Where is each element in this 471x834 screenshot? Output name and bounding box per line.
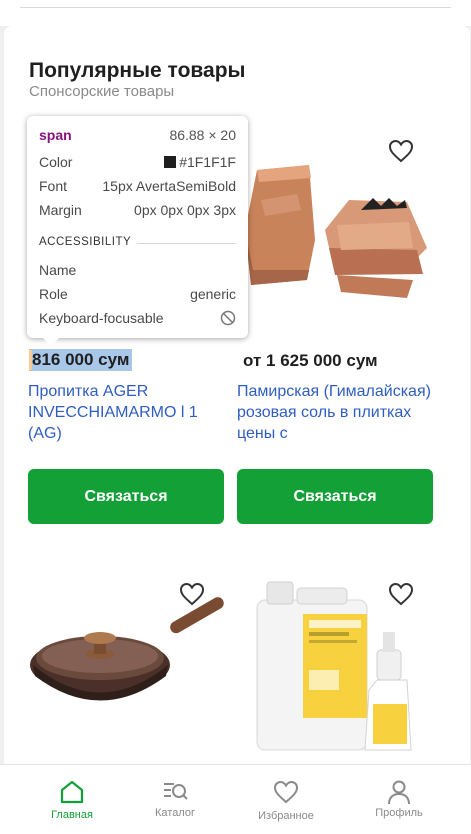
tooltip-value: 15px AvertaSemiBold [102, 178, 236, 194]
divider [20, 7, 451, 8]
bottom-navigation: Главная Каталог Избранное Профиль [0, 764, 471, 834]
tooltip-value: 0px 0px 0px 3px [134, 202, 236, 218]
product-image[interactable] [28, 570, 224, 760]
contact-button[interactable]: Связаться [237, 469, 433, 524]
product-name-link[interactable]: Пропитка AGER INVECCHIAMARMO l 1 (AG) [28, 381, 228, 444]
color-swatch [164, 156, 177, 168]
tooltip-row-keyboard: Keyboard-focusable [39, 310, 236, 326]
nav-item-home[interactable]: Главная [17, 765, 127, 834]
favorite-heart-icon[interactable] [178, 581, 206, 607]
blocked-icon [220, 310, 236, 326]
tooltip-label: Keyboard-focusable [39, 310, 164, 326]
tooltip-value: #1F1F1F [164, 154, 236, 170]
tooltip-row-name: Name [39, 262, 236, 278]
nav-label-profile: Профиль [375, 807, 423, 819]
product-name-link[interactable]: Памирская (Гималайская) розовая соль в п… [237, 381, 437, 444]
favorite-heart-icon[interactable] [387, 138, 415, 164]
tooltip-label: Margin [39, 202, 82, 218]
product-price: 816 000 сум [29, 349, 133, 371]
tooltip-row-color: Color #1F1F1F [39, 154, 236, 170]
product-card[interactable] [28, 570, 224, 760]
product-price: от 1 625 000 сум [243, 351, 378, 370]
nav-label-home: Главная [51, 809, 93, 821]
tooltip-accessibility-header: ACCESSIBILITY [39, 236, 132, 248]
favorite-heart-icon[interactable] [387, 581, 415, 607]
section-title: Популярные товары [29, 59, 246, 82]
nav-item-profile[interactable]: Профиль [344, 765, 454, 834]
catalog-search-icon [164, 783, 188, 800]
product-price-text: 816 000 сум [32, 350, 130, 369]
product-image[interactable] [237, 570, 433, 760]
devtools-inspect-tooltip: span 86.88 × 20 Color #1F1F1F Font 15px … [27, 116, 248, 346]
top-strip [0, 0, 471, 26]
contact-button[interactable]: Связаться [28, 469, 224, 524]
tooltip-label: Color [39, 154, 73, 170]
section-subtitle: Спонсорские товары [29, 83, 175, 100]
nav-item-favorites[interactable]: Избранное [231, 765, 341, 834]
tooltip-header: span 86.88 × 20 [39, 127, 236, 143]
product-image[interactable] [237, 130, 433, 320]
tooltip-row-font: Font 15px AvertaSemiBold [39, 178, 236, 194]
nav-label-favorites: Избранное [258, 810, 314, 822]
tooltip-color-value: #1F1F1F [179, 154, 236, 170]
divider [137, 243, 236, 244]
tooltip-label: Role [39, 286, 68, 302]
nav-label-catalog: Каталог [155, 807, 195, 819]
user-icon [388, 780, 410, 805]
tooltip-label: Name [39, 262, 77, 278]
tooltip-value: generic [190, 286, 236, 302]
nav-item-catalog[interactable]: Каталог [120, 765, 230, 834]
tooltip-label: Font [39, 178, 68, 194]
tooltip-row-role: Role generic [39, 286, 236, 302]
tooltip-row-margin: Margin 0px 0px 0px 3px [39, 202, 236, 218]
product-card[interactable] [237, 570, 433, 760]
tooltip-dimensions: 86.88 × 20 [169, 127, 236, 143]
heart-icon [273, 780, 299, 804]
product-card[interactable]: от 1 625 000 сум Памирская (Гималайская)… [237, 130, 433, 524]
home-icon [60, 780, 84, 804]
tooltip-tag: span [39, 127, 72, 143]
